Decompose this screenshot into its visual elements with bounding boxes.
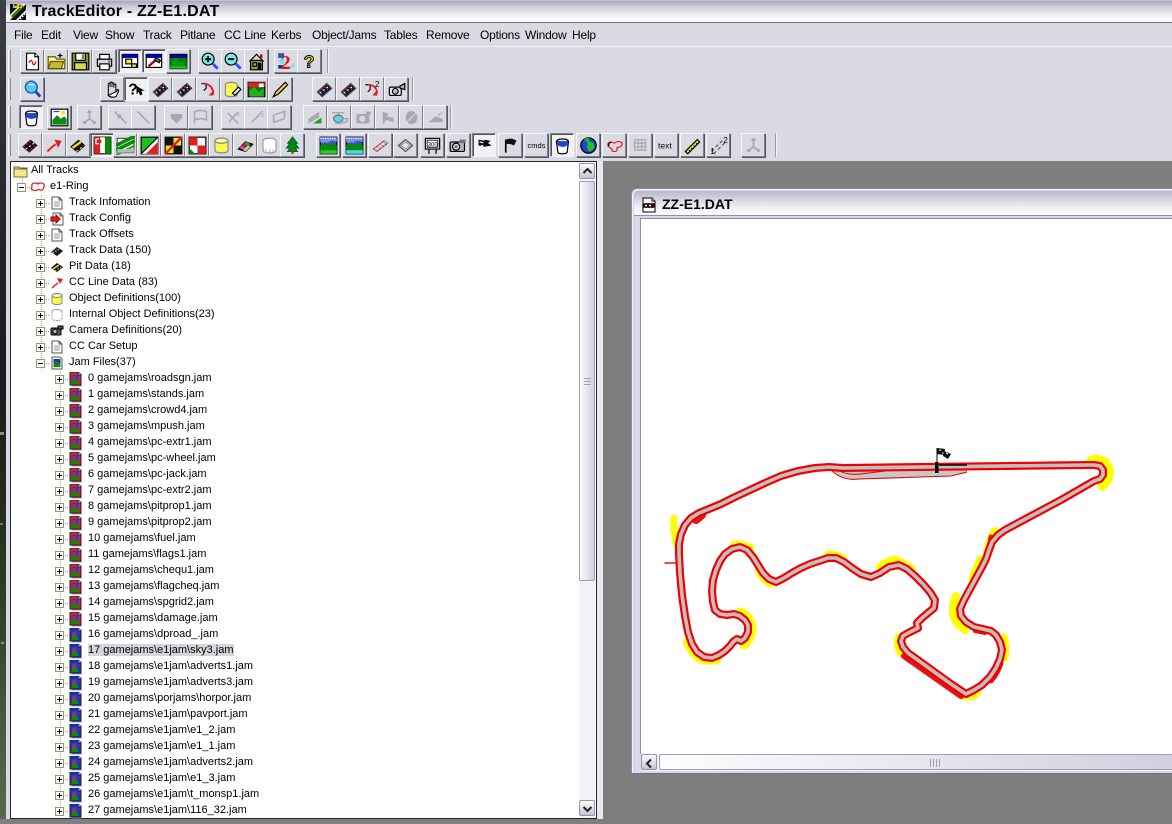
svg-text:2: 2 [375,80,380,89]
svg-text:1: 1 [283,109,287,117]
svg-text:1: 1 [710,146,715,155]
svg-text:300: 300 [428,142,439,148]
svg-text:1: 1 [260,108,265,118]
svg-text:cmds: cmds [528,141,546,150]
svg-text:?: ? [128,81,137,98]
svg-text:?: ? [304,52,315,71]
svg-text:2: 2 [723,136,728,145]
svg-text:text: text [658,141,672,151]
svg-text:2: 2 [281,52,291,71]
